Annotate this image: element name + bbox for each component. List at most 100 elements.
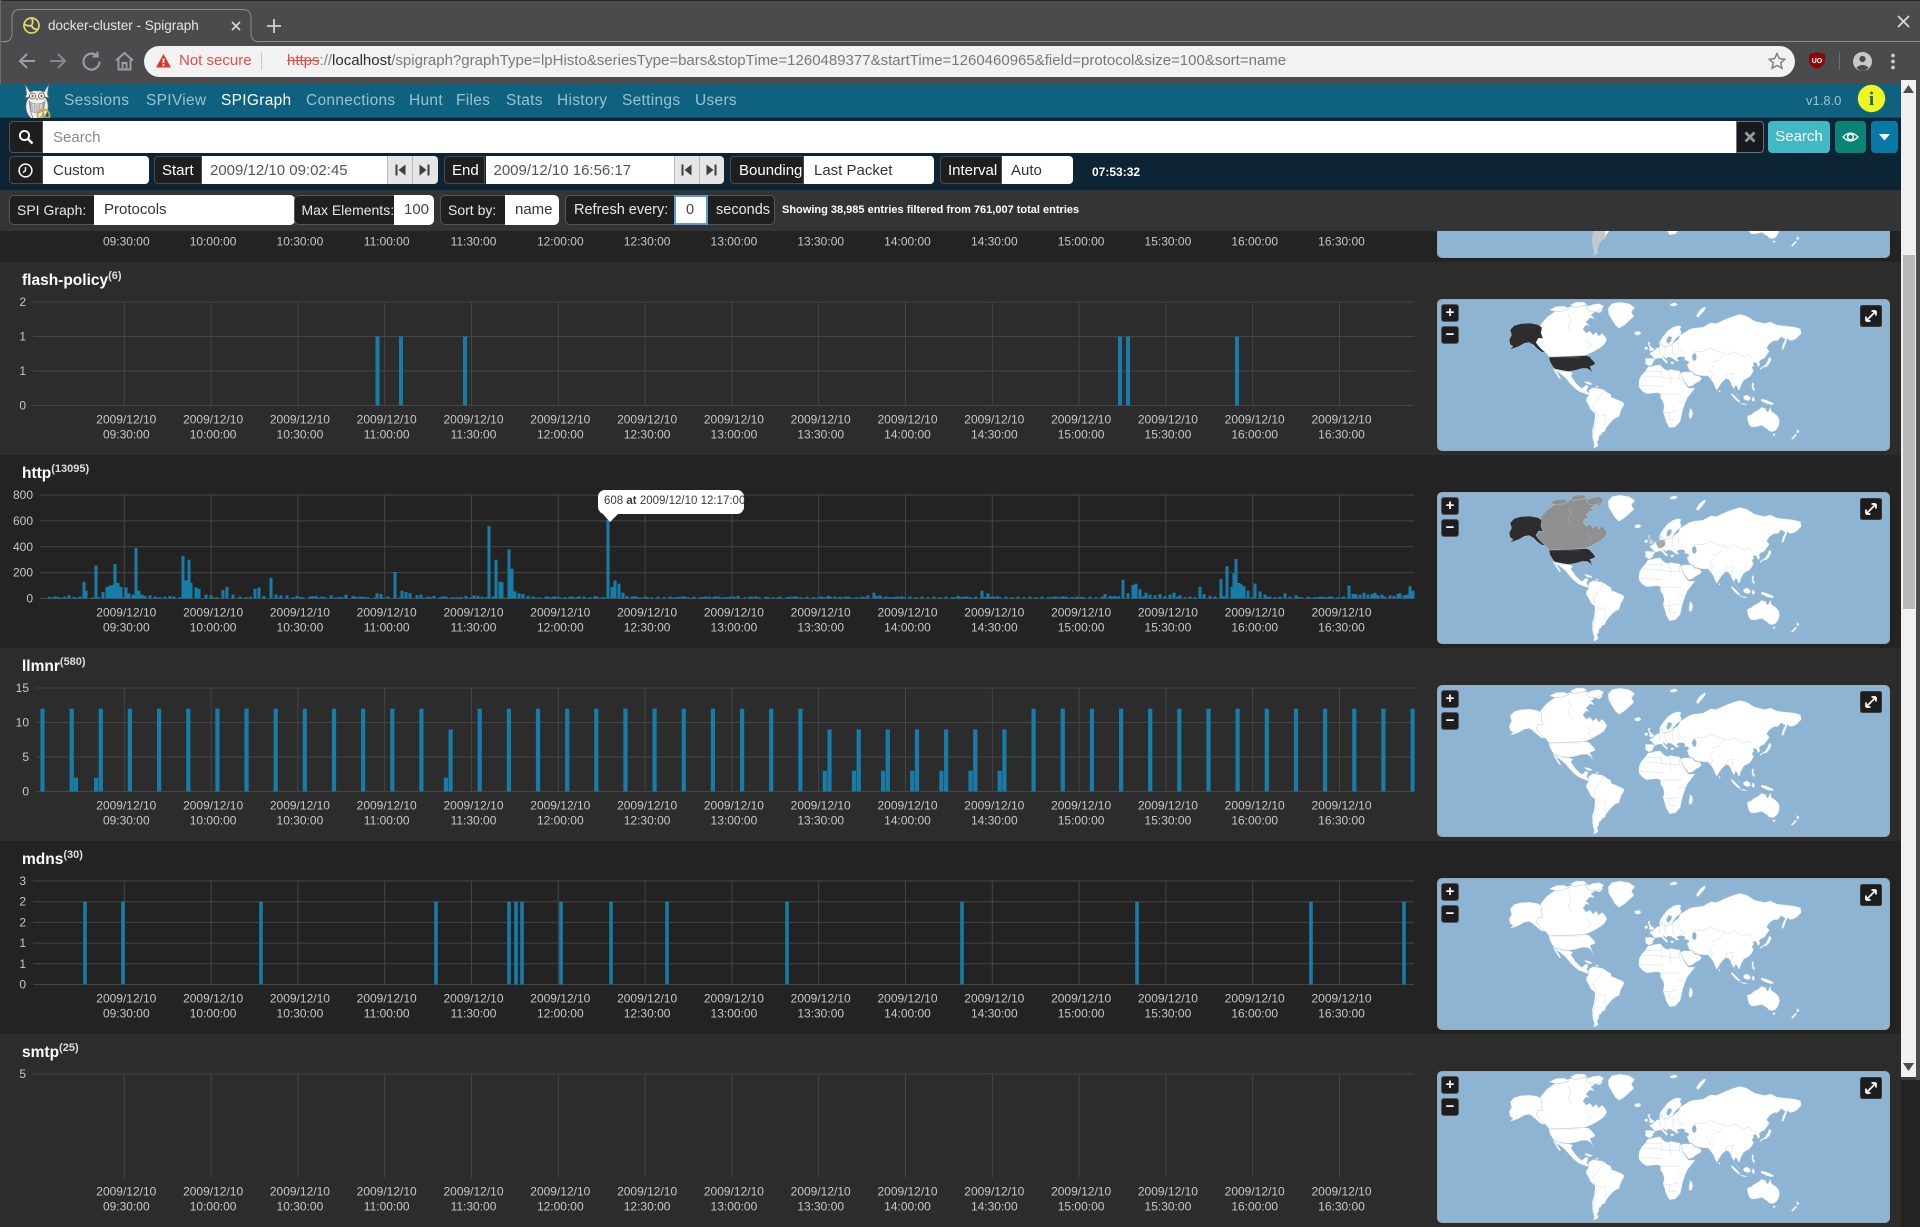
svg-text:2009/12/10: 2009/12/10 [1311,605,1371,619]
svg-text:09:30:00: 09:30:00 [103,234,150,248]
svg-text:2009/12/10: 2009/12/10 [877,991,937,1005]
svg-text:2009/12/10: 2009/12/10 [530,798,590,812]
svg-text:2009/12/10: 2009/12/10 [964,412,1024,426]
svg-text:2009/12/10: 2009/12/10 [1225,1184,1285,1198]
svg-text:09:30:00: 09:30:00 [103,620,150,634]
svg-text:12:00:00: 12:00:00 [537,813,584,827]
svg-text:16:00:00: 16:00:00 [1231,427,1278,441]
svg-text:2009/12/10: 2009/12/10 [1138,1184,1198,1198]
svg-text:2009/12/10: 2009/12/10 [791,798,851,812]
svg-text:2009/12/10: 2009/12/10 [1311,1184,1371,1198]
svg-text:13:00:00: 13:00:00 [711,427,758,441]
svg-text:12:00:00: 12:00:00 [537,1199,584,1213]
svg-text:2009/12/10: 2009/12/10 [617,412,677,426]
svg-text:15:30:00: 15:30:00 [1145,1199,1192,1213]
svg-text:2009/12/10: 2009/12/10 [1311,798,1371,812]
svg-text:2009/12/10: 2009/12/10 [1051,798,1111,812]
svg-text:11:00:00: 11:00:00 [364,427,410,441]
svg-text:2009/12/10: 2009/12/10 [530,605,590,619]
svg-text:2009/12/10: 2009/12/10 [964,991,1024,1005]
svg-text:i: i [1869,89,1874,110]
svg-text:0: 0 [26,591,33,605]
svg-text:13:00:00: 13:00:00 [711,1006,758,1020]
svg-text:2009/12/10: 2009/12/10 [1311,991,1371,1005]
svg-text:16:30:00: 16:30:00 [1318,427,1365,441]
svg-text:2009/12/10: 2009/12/10 [183,412,243,426]
svg-text:2009/12/10: 2009/12/10 [964,605,1024,619]
svg-text:14:30:00: 14:30:00 [971,427,1018,441]
svg-text:2009/12/10: 2009/12/10 [964,798,1024,812]
svg-text:09:30:00: 09:30:00 [103,813,150,827]
svg-text:13:30:00: 13:30:00 [797,620,844,634]
svg-text:09:30:00: 09:30:00 [103,1006,150,1020]
svg-text:16:00:00: 16:00:00 [1231,1006,1278,1020]
svg-text:2009/12/10: 2009/12/10 [443,1184,503,1198]
svg-text:2009/12/10: 2009/12/10 [1051,1184,1111,1198]
svg-text:2009/12/10: 2009/12/10 [791,991,851,1005]
svg-text:10:00:00: 10:00:00 [190,620,237,634]
svg-text:14:00:00: 14:00:00 [884,813,931,827]
svg-text:2: 2 [19,295,26,309]
svg-text:16:00:00: 16:00:00 [1231,620,1278,634]
svg-text:2009/12/10: 2009/12/10 [183,798,243,812]
svg-text:13:00:00: 13:00:00 [711,1199,758,1213]
svg-text:0: 0 [19,398,26,412]
svg-text:09:30:00: 09:30:00 [103,1199,150,1213]
svg-text:14:30:00: 14:30:00 [971,813,1018,827]
svg-text:2009/12/10: 2009/12/10 [704,1184,764,1198]
svg-text:13:00:00: 13:00:00 [711,813,758,827]
svg-text:0: 0 [19,977,26,991]
svg-text:11:00:00: 11:00:00 [364,620,410,634]
svg-text:2009/12/10: 2009/12/10 [704,412,764,426]
svg-text:2009/12/10: 2009/12/10 [530,412,590,426]
svg-text:13:00:00: 13:00:00 [711,234,758,248]
svg-text:14:30:00: 14:30:00 [971,234,1018,248]
svg-text:2009/12/10: 2009/12/10 [183,605,243,619]
svg-text:2: 2 [19,894,26,908]
svg-text:2009/12/10: 2009/12/10 [1051,991,1111,1005]
svg-text:2009/12/10: 2009/12/10 [443,991,503,1005]
svg-text:11:30:00: 11:30:00 [451,813,497,827]
svg-text:16:30:00: 16:30:00 [1318,813,1365,827]
svg-text:10:00:00: 10:00:00 [190,813,237,827]
svg-text:16:30:00: 16:30:00 [1318,1199,1365,1213]
svg-text:11:00:00: 11:00:00 [364,1006,410,1020]
svg-text:2009/12/10: 2009/12/10 [704,605,764,619]
svg-text:2: 2 [19,915,26,929]
svg-text:2009/12/10: 2009/12/10 [704,798,764,812]
svg-text:14:00:00: 14:00:00 [884,1199,931,1213]
svg-text:09:30:00: 09:30:00 [103,427,150,441]
svg-text:15:00:00: 15:00:00 [1058,1199,1105,1213]
svg-text:2009/12/10: 2009/12/10 [1225,798,1285,812]
svg-text:2009/12/10: 2009/12/10 [96,1184,156,1198]
svg-text:14:00:00: 14:00:00 [884,620,931,634]
svg-text:2009/12/10: 2009/12/10 [1311,412,1371,426]
svg-text:2009/12/10: 2009/12/10 [1138,412,1198,426]
svg-text:16:00:00: 16:00:00 [1231,234,1278,248]
svg-text:15:00:00: 15:00:00 [1058,427,1105,441]
svg-text:2009/12/10: 2009/12/10 [183,1184,243,1198]
svg-text:2009/12/10: 2009/12/10 [617,991,677,1005]
svg-text:10:00:00: 10:00:00 [190,427,237,441]
svg-text:13:00:00: 13:00:00 [711,620,758,634]
svg-text:400: 400 [13,539,33,553]
svg-text:10:30:00: 10:30:00 [277,813,324,827]
svg-text:11:00:00: 11:00:00 [364,813,410,827]
svg-text:2009/12/10: 2009/12/10 [1225,412,1285,426]
svg-text:14:30:00: 14:30:00 [971,1199,1018,1213]
svg-text:2009/12/10: 2009/12/10 [617,605,677,619]
svg-text:2009/12/10: 2009/12/10 [877,412,937,426]
svg-text:15:00:00: 15:00:00 [1058,813,1105,827]
svg-text:3: 3 [19,874,26,888]
svg-text:2009/12/10: 2009/12/10 [1225,605,1285,619]
svg-text:10:00:00: 10:00:00 [190,234,237,248]
svg-text:2009/12/10: 2009/12/10 [791,412,851,426]
svg-text:12:00:00: 12:00:00 [537,620,584,634]
svg-text:1: 1 [19,364,26,378]
svg-text:13:30:00: 13:30:00 [797,1006,844,1020]
svg-text:2009/12/10: 2009/12/10 [530,1184,590,1198]
svg-text:13:30:00: 13:30:00 [797,234,844,248]
svg-text:200: 200 [13,565,33,579]
svg-text:2009/12/10: 2009/12/10 [617,798,677,812]
svg-text:5: 5 [19,1067,26,1081]
